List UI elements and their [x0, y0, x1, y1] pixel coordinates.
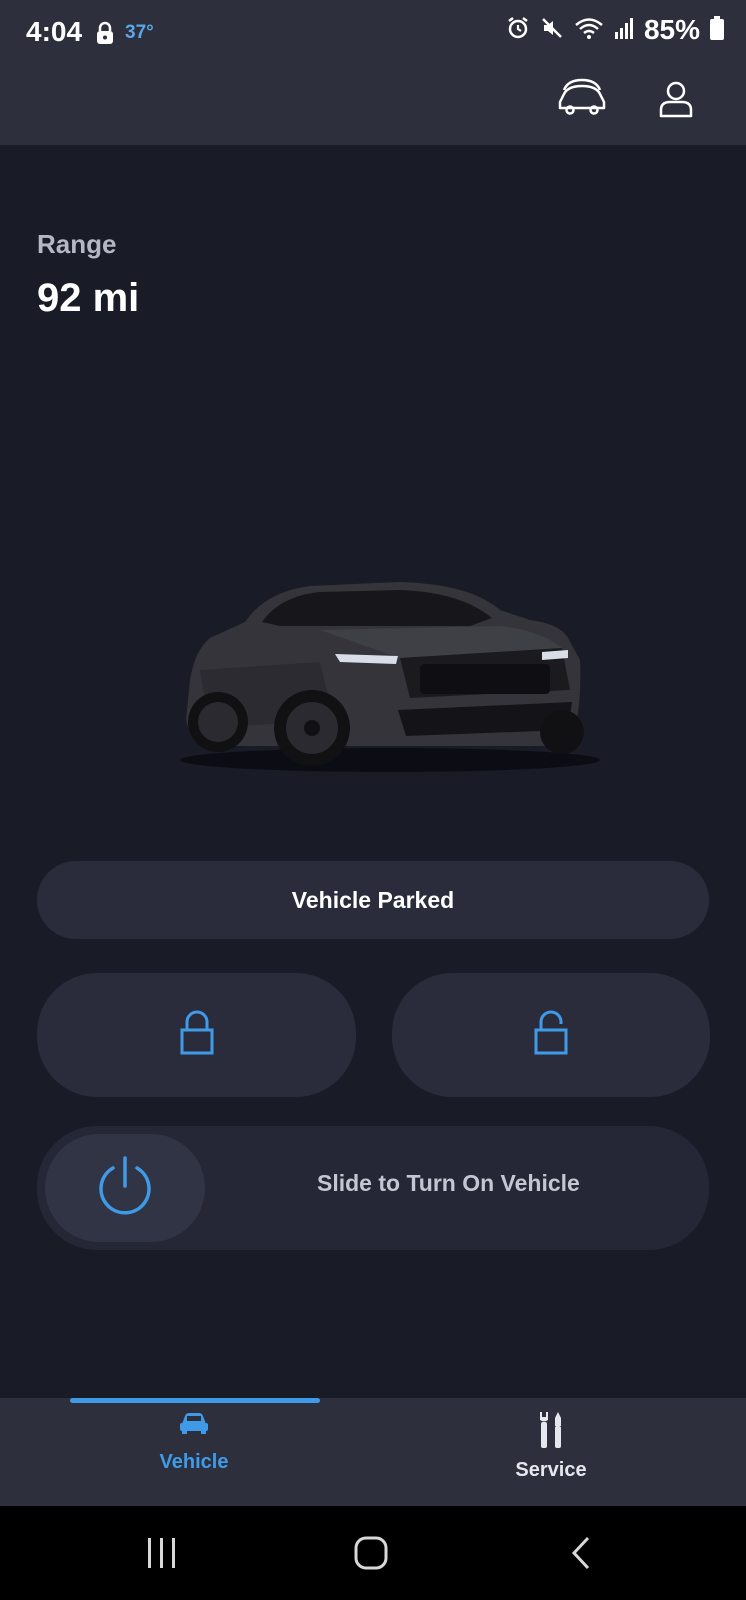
home-icon — [354, 1536, 388, 1574]
bottom-nav: Vehicle Service — [0, 1398, 746, 1506]
status-temperature: 37° — [125, 22, 154, 43]
tools-icon — [536, 1412, 566, 1454]
remote-start-slider[interactable]: Slide to Turn On Vehicle — [37, 1126, 709, 1250]
range-value: 92 mi — [37, 276, 140, 320]
status-right: 85% — [506, 14, 724, 46]
car-icon — [179, 1413, 209, 1440]
tab-vehicle-label: Vehicle — [159, 1451, 229, 1473]
system-nav-bar — [0, 1506, 746, 1600]
vehicle-status-text: Vehicle Parked — [291, 886, 455, 913]
lock-icon — [179, 1010, 215, 1061]
vehicle-status-pill: Vehicle Parked — [37, 861, 709, 939]
unlock-icon — [533, 1010, 569, 1061]
mute-icon — [540, 16, 564, 45]
lock-button[interactable] — [37, 973, 356, 1097]
tab-service-label: Service — [515, 1459, 587, 1481]
tab-service[interactable]: Service — [451, 1410, 651, 1482]
active-tab-indicator — [70, 1398, 320, 1403]
recent-apps-icon — [146, 1538, 178, 1572]
wifi-icon — [574, 16, 604, 45]
top-bar: 4:04 37° 85% — [0, 0, 746, 145]
power-icon — [95, 1154, 155, 1223]
battery-icon — [710, 15, 724, 45]
back-button[interactable] — [570, 1536, 592, 1575]
home-button[interactable] — [354, 1536, 388, 1575]
account-icon — [658, 81, 694, 122]
back-icon — [570, 1536, 592, 1574]
vehicle-image — [170, 560, 610, 780]
alarm-icon — [506, 16, 530, 45]
range-label: Range — [37, 229, 117, 259]
battery-percent: 85% — [643, 14, 700, 45]
car-switch-button[interactable] — [558, 76, 606, 121]
slider-label: Slide to Turn On Vehicle — [317, 1170, 580, 1196]
car-switch-icon — [558, 78, 606, 120]
signal-icon — [614, 17, 634, 44]
tab-vehicle[interactable]: Vehicle — [94, 1410, 294, 1474]
slider-handle[interactable] — [45, 1134, 205, 1242]
status-time: 4:04 — [26, 16, 83, 47]
unlock-button[interactable] — [392, 973, 710, 1097]
recent-apps-button[interactable] — [146, 1538, 178, 1573]
account-button[interactable] — [658, 80, 694, 123]
padlock-status-icon — [96, 21, 114, 50]
